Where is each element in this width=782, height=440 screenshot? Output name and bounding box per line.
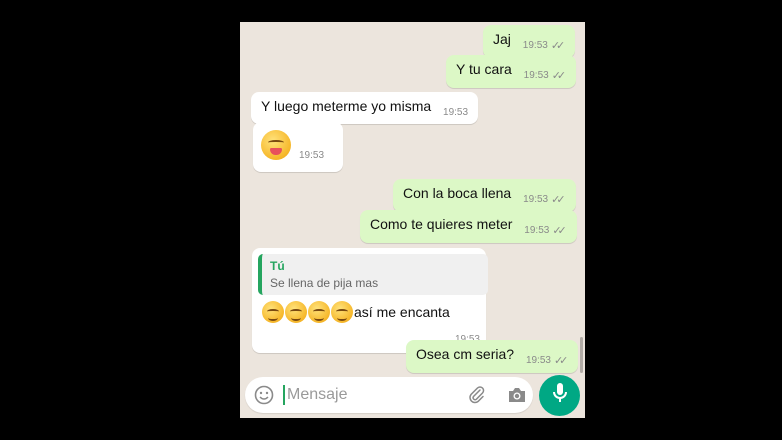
- microphone-icon: [551, 382, 569, 409]
- relieved-face-emoji-icon: [331, 301, 353, 323]
- message-time: 19:53: [443, 107, 469, 118]
- message-meta: 19:53: [299, 150, 324, 161]
- message-meta: 19:53 ✓✓: [525, 354, 569, 367]
- outgoing-message[interactable]: Osea cm seria? 19:53 ✓✓: [406, 340, 579, 373]
- read-ticks-icon: ✓✓: [552, 225, 567, 237]
- message-text: Como te quieres meter: [370, 216, 513, 232]
- message-time: 19:53: [525, 355, 551, 366]
- message-meta: 19:53: [443, 107, 468, 118]
- outgoing-message[interactable]: Y tu cara 19:53 ✓✓: [446, 55, 577, 88]
- message-meta: 19:53 ✓✓: [522, 39, 566, 52]
- drooling-face-emoji-icon: [261, 130, 291, 160]
- camera-icon[interactable]: [507, 386, 527, 409]
- quoted-message[interactable]: Tú Se llena de pija mas: [258, 254, 488, 295]
- message-text: Y tu cara: [456, 61, 512, 77]
- message-text: Jaj: [493, 31, 511, 47]
- message-text: así me encanta: [354, 304, 450, 320]
- outgoing-message[interactable]: Como te quieres meter 19:53 ✓✓: [360, 210, 577, 243]
- message-time: 19:53: [522, 40, 548, 51]
- outgoing-message[interactable]: Jaj 19:53 ✓✓: [483, 25, 576, 58]
- chat-screen: Jaj 19:53 ✓✓ Y tu cara 19:53 ✓✓ Y luego …: [240, 22, 585, 418]
- smiley-icon[interactable]: [254, 385, 274, 410]
- outgoing-message[interactable]: Con la boca llena 19:53 ✓✓: [393, 179, 576, 212]
- incoming-message[interactable]: Y luego meterme yo misma 19:53: [251, 92, 479, 124]
- message-input[interactable]: Mensaje: [283, 385, 347, 405]
- message-meta: 19:53 ✓✓: [524, 224, 567, 237]
- message-time: 19:53: [523, 194, 549, 205]
- relieved-face-emoji-icon: [285, 301, 307, 323]
- message-compose-bar: Mensaje: [245, 377, 533, 413]
- message-meta: 19:53 ✓✓: [523, 193, 566, 206]
- message-text: Y luego meterme yo misma: [261, 98, 432, 114]
- relieved-face-emoji-icon: [262, 301, 284, 323]
- quote-text: Se llena de pija mas: [270, 276, 379, 290]
- relieved-face-emoji-icon: [308, 301, 330, 323]
- incoming-emoji-message[interactable]: 19:53: [253, 122, 343, 172]
- scrollbar[interactable]: [580, 337, 583, 373]
- message-text: Con la boca llena: [403, 185, 512, 201]
- message-meta: 19:53 ✓✓: [523, 69, 567, 82]
- read-ticks-icon: ✓✓: [551, 70, 567, 82]
- message-time: 19:53: [299, 150, 325, 161]
- message-text: Osea cm seria?: [416, 346, 515, 362]
- message-time: 19:53: [524, 225, 550, 236]
- paperclip-icon[interactable]: [467, 385, 487, 410]
- send-voice-button[interactable]: [539, 375, 580, 416]
- quote-author: Tú: [270, 259, 285, 273]
- read-ticks-icon: ✓✓: [553, 355, 569, 367]
- message-time: 19:53: [523, 70, 549, 81]
- incoming-reply-message[interactable]: Tú Se llena de pija mas así me encanta 1…: [252, 248, 488, 353]
- read-ticks-icon: ✓✓: [550, 40, 566, 52]
- read-ticks-icon: ✓✓: [551, 194, 566, 206]
